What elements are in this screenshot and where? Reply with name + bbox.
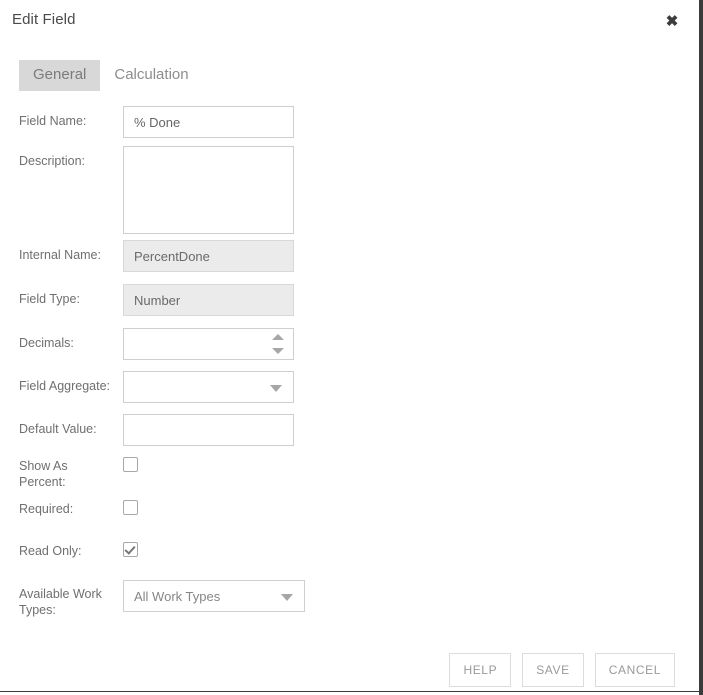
internal-name-value: PercentDone xyxy=(123,240,294,272)
dialog-header: Edit Field ✖ xyxy=(0,0,699,44)
help-button[interactable]: HELP xyxy=(449,653,512,687)
available-work-types-label: Available Work Types: xyxy=(19,587,102,617)
read-only-checkbox[interactable] xyxy=(123,542,138,557)
decimals-stepper xyxy=(123,328,294,360)
available-work-types-value: All Work Types xyxy=(134,588,221,604)
tab-bar: General Calculation xyxy=(19,60,203,91)
available-work-types-select[interactable]: All Work Types xyxy=(123,580,305,612)
decimals-spinner-arrows xyxy=(271,334,285,354)
required-checkbox[interactable] xyxy=(123,500,138,515)
dialog-footer: HELP SAVE CANCEL xyxy=(449,653,675,687)
field-name-label: Field Name: xyxy=(19,114,87,128)
show-as-percent-checkbox[interactable] xyxy=(123,457,138,472)
required-label: Required: xyxy=(19,502,74,516)
footer-divider xyxy=(0,691,699,692)
field-aggregate-select[interactable] xyxy=(123,371,294,403)
tab-general[interactable]: General xyxy=(19,60,101,91)
tab-calculation[interactable]: Calculation xyxy=(100,60,202,91)
chevron-up-icon[interactable] xyxy=(272,334,284,340)
page-title: Edit Field xyxy=(12,11,76,28)
window-right-edge xyxy=(699,0,703,695)
cancel-button[interactable]: CANCEL xyxy=(594,653,675,687)
default-value-label: Default Value: xyxy=(19,422,97,436)
save-button[interactable]: SAVE xyxy=(522,653,584,687)
close-icon[interactable]: ✖ xyxy=(659,8,685,34)
description-textarea[interactable] xyxy=(123,146,294,234)
field-type-label: Field Type: xyxy=(19,292,80,306)
field-type-value: Number xyxy=(123,284,294,316)
description-label: Description: xyxy=(19,154,85,168)
default-value-input[interactable] xyxy=(123,414,294,446)
internal-name-label: Internal Name: xyxy=(19,248,101,262)
edit-field-dialog: Edit Field ✖ General Calculation Field N… xyxy=(0,0,699,695)
read-only-label: Read Only: xyxy=(19,544,82,558)
show-as-percent-label: Show As Percent: xyxy=(19,459,68,489)
chevron-down-icon xyxy=(270,385,282,392)
field-aggregate-label: Field Aggregate: xyxy=(19,379,111,393)
field-name-input[interactable] xyxy=(123,106,294,138)
chevron-down-icon xyxy=(281,594,293,601)
chevron-down-icon[interactable] xyxy=(272,348,284,354)
decimals-input[interactable] xyxy=(123,328,294,360)
decimals-label: Decimals: xyxy=(19,336,74,350)
